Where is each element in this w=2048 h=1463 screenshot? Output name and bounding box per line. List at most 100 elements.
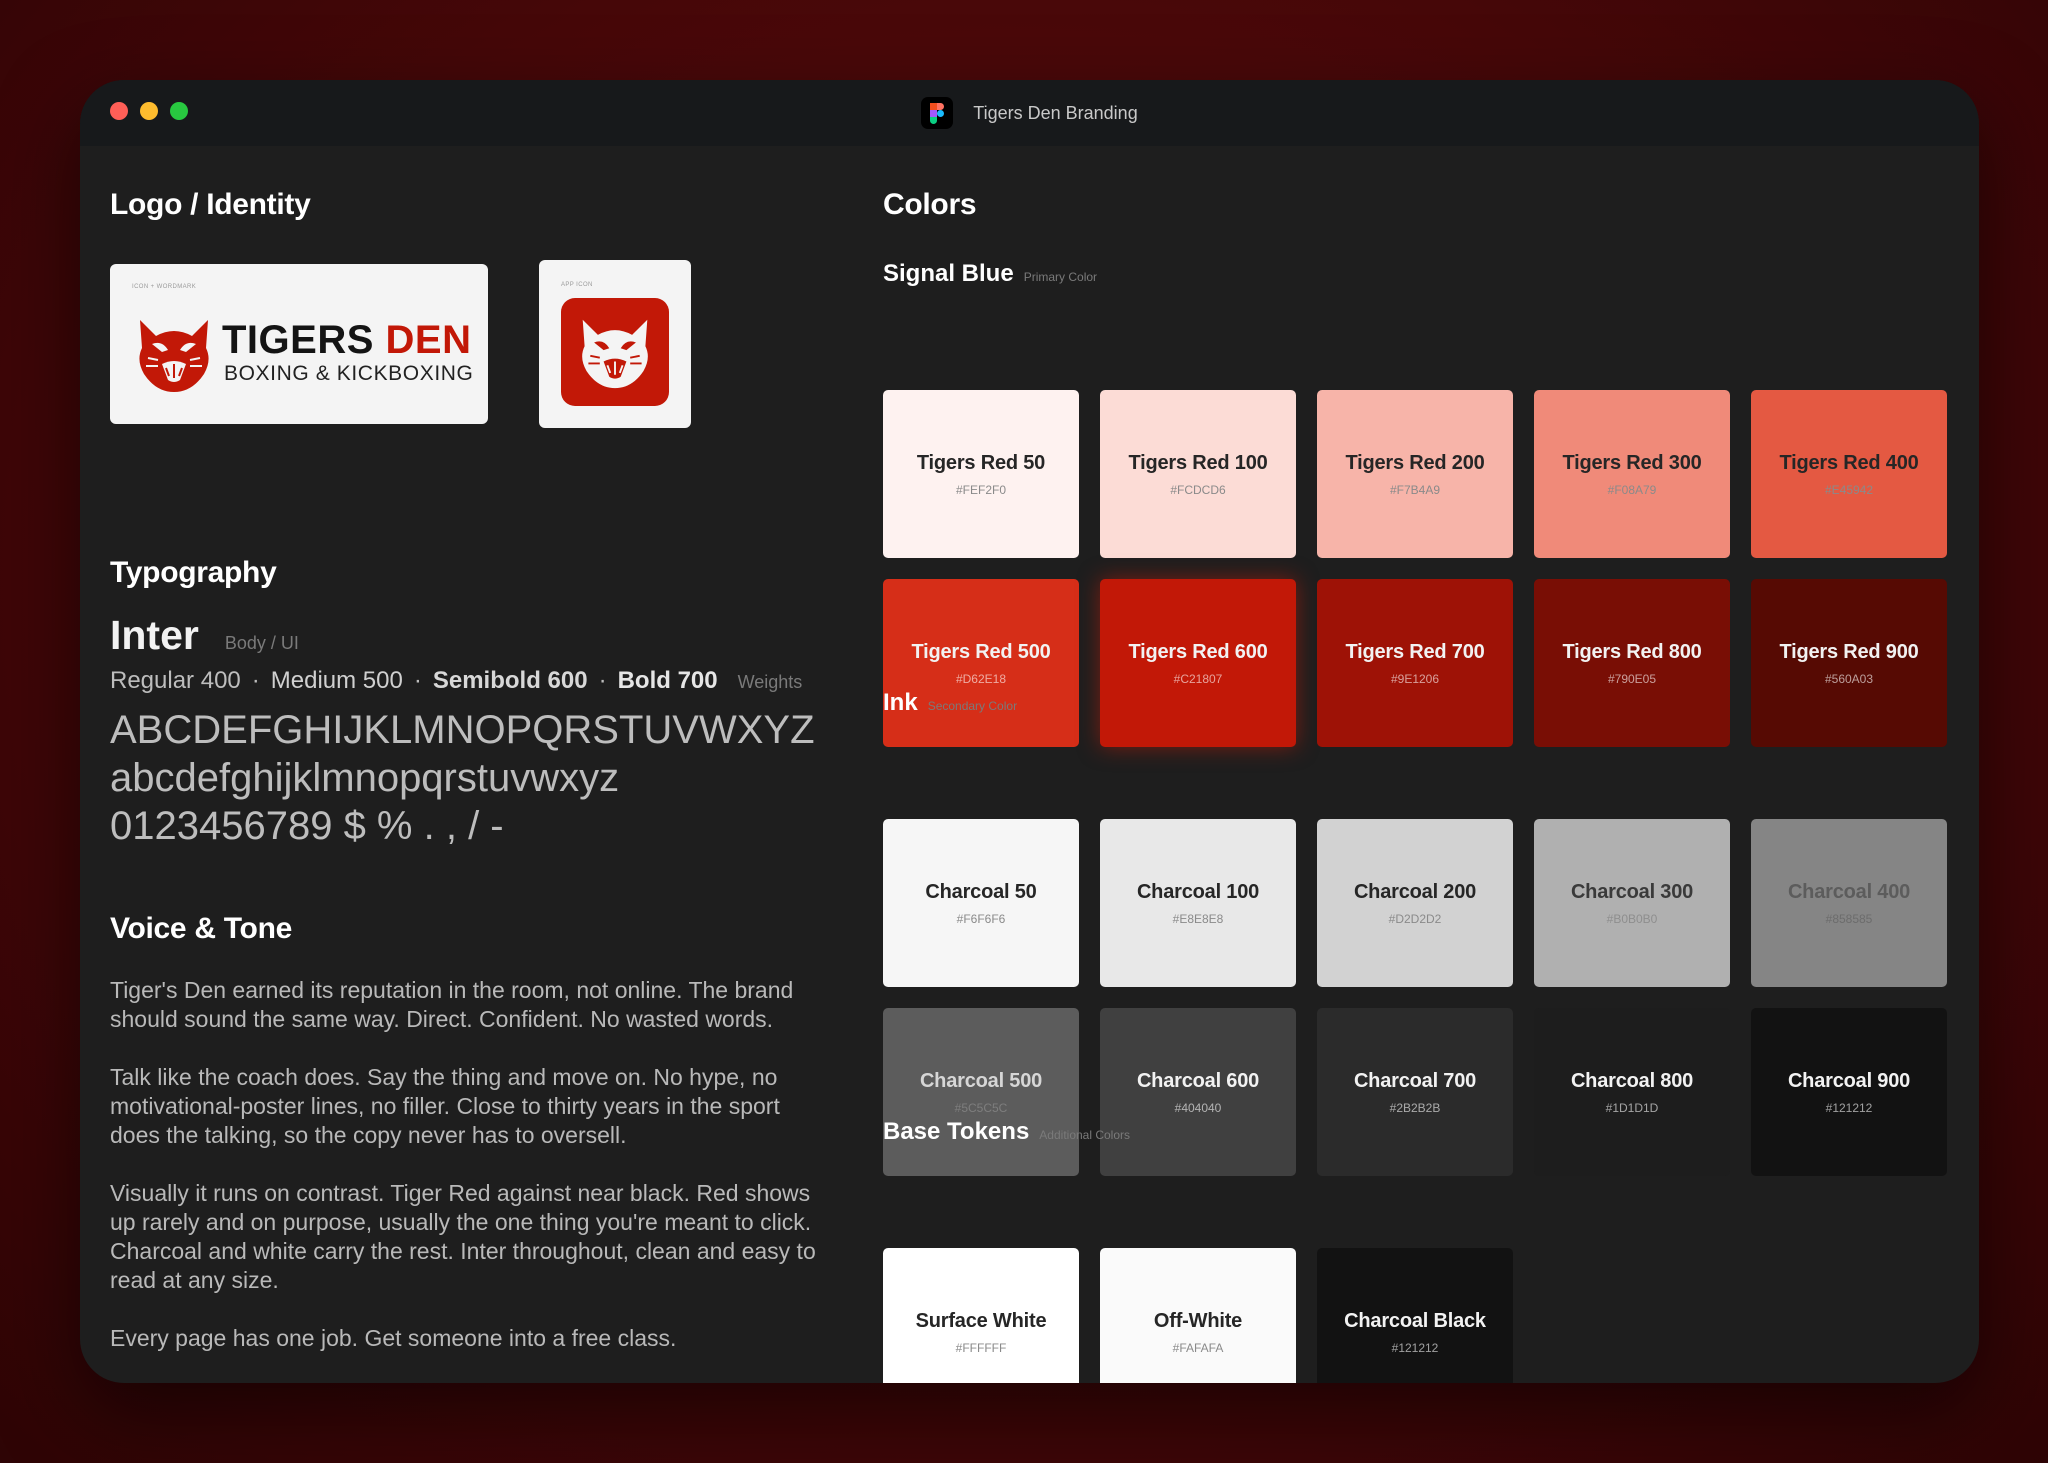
color-swatch[interactable]: Tigers Red 700 #9E1206 [1317,579,1513,747]
color-swatch[interactable]: Tigers Red 300 #F08A79 [1534,390,1730,558]
voice-paragraph: Every page has one job. Get someone into… [110,1325,677,1351]
voice-section-title: Voice & Tone [110,912,292,945]
tiger-head-icon [582,319,648,389]
swatch-name: Tigers Red 400 [1779,451,1919,474]
swatch-hex: #C21807 [1173,671,1223,686]
swatch-name: Tigers Red 100 [1128,451,1268,474]
color-swatch[interactable]: Charcoal 300 #B0B0B0 [1534,819,1730,987]
logo-section-title: Logo / Identity [110,188,311,221]
color-swatch[interactable]: Tigers Red 600 #C21807 [1100,579,1296,747]
color-group-name: Base Tokens [883,1118,1030,1145]
color-swatch[interactable]: Tigers Red 50 #FEF2F0 [883,390,1079,558]
swatch-hex: #FAFAFA [1172,1340,1224,1355]
swatch-name: Tigers Red 200 [1345,451,1485,474]
swatch-name: Charcoal 100 [1136,880,1260,903]
swatch-hex: #F08A79 [1607,482,1657,497]
color-swatch[interactable]: Off-White #FAFAFA [1100,1248,1296,1383]
minimize-window-button[interactable] [140,102,158,120]
swatch-hex: #F6F6F6 [956,911,1006,926]
color-swatch[interactable]: Tigers Red 900 #560A03 [1751,579,1947,747]
color-swatch[interactable]: Tigers Red 200 #F7B4A9 [1317,390,1513,558]
color-group-name: Signal Blue [883,260,1014,287]
color-swatch[interactable]: Charcoal 900 #121212 [1751,1008,1947,1176]
swatch-hex: #FCDCD6 [1170,482,1226,497]
specimen-numbers: 0123456789 $ % . , / - [110,804,504,848]
type-specimen: ABCDEFGHIJKLMNOPQRSTUVWXYZ abcdefghijklm… [110,706,815,850]
color-swatch[interactable]: Charcoal 200 #D2D2D2 [1317,819,1513,987]
swatch-hex: #D62E18 [955,671,1007,686]
swatch-name: Charcoal Black [1344,1309,1486,1332]
wordmark-main: TIGERS [222,318,374,362]
title-bar: Tigers Den Branding [80,80,1979,146]
swatch-hex: #B0B0B0 [1606,911,1658,926]
swatch-name: Charcoal 500 [919,1069,1043,1092]
swatch-name: Tigers Red 500 [911,640,1051,663]
color-group-subtitle: Additional Colors [1039,1128,1131,1142]
swatch-name: Tigers Red 300 [1562,451,1702,474]
typography-section-title: Typography [110,556,277,589]
weight-separator: · [251,667,260,694]
voice-paragraph: Visually it runs on contrast. Tiger Red … [110,1180,816,1293]
swatch-name: Off-White [1153,1309,1243,1332]
swatch-name: Charcoal 800 [1570,1069,1694,1092]
swatch-name: Tigers Red 800 [1562,640,1702,663]
close-window-button[interactable] [110,102,128,120]
specimen-uppercase: ABCDEFGHIJKLMNOPQRSTUVWXYZ [110,708,815,752]
app-icon-card[interactable]: APP ICON [539,260,691,428]
color-swatch[interactable]: Charcoal 50 #F6F6F6 [883,819,1079,987]
swatch-name: Charcoal 900 [1787,1069,1911,1092]
app-icon-square [561,298,669,406]
swatch-name: Charcoal 300 [1570,880,1694,903]
swatch-name: Tigers Red 600 [1128,640,1268,663]
swatch-hex: #404040 [1174,1100,1222,1115]
font-name: Inter [110,612,199,658]
specimen-lowercase: abcdefghijklmnopqrstuvwxyz [110,756,620,800]
window-title: Tigers Den Branding [973,102,1138,123]
zoom-window-button[interactable] [170,102,188,120]
app-icon-card-tag: APP ICON [561,282,593,288]
swatch-name: Tigers Red 50 [916,451,1046,474]
color-swatch[interactable]: Charcoal 500 #5C5C5C [883,1008,1079,1176]
font-role: Body / UI [224,633,299,653]
color-swatch[interactable]: Charcoal 400 #858585 [1751,819,1947,987]
app-window: Tigers Den Branding Logo / Identity ICON… [80,80,1979,1383]
color-swatch[interactable]: Charcoal 600 #404040 [1100,1008,1296,1176]
color-group-name: Ink [883,689,918,716]
logo-row: ICON + WORDMARK TIGERS DEN BOXING & KICK… [110,260,691,428]
wordmark-card-tag: ICON + WORDMARK [132,284,197,290]
swatch-name: Tigers Red 900 [1779,640,1919,663]
wordmark-card[interactable]: ICON + WORDMARK TIGERS DEN BOXING & KICK… [110,264,488,424]
color-swatch[interactable]: Charcoal 800 #1D1D1D [1534,1008,1730,1176]
color-group-subtitle: Secondary Color [927,699,1018,713]
color-swatch[interactable]: Tigers Red 400 #E45942 [1751,390,1947,558]
color-swatch[interactable]: Tigers Red 100 #FCDCD6 [1100,390,1296,558]
color-swatch[interactable]: Tigers Red 500 #D62E18 [883,579,1079,747]
color-swatch[interactable]: Charcoal 700 #2B2B2B [1317,1008,1513,1176]
wordmark-accent: DEN [385,318,472,362]
swatch-name: Tigers Red 700 [1345,640,1485,663]
color-group-header-primary: Signal Blue Primary Color [883,260,1097,288]
swatch-hex: #E45942 [1824,482,1874,497]
weights-label: Weights [737,672,803,692]
swatch-hex: #9E1206 [1390,671,1440,686]
swatch-hex: #121212 [1825,1100,1873,1115]
figma-icon [921,97,954,129]
swatch-hex: #121212 [1391,1340,1439,1355]
colors-section-title: Colors [883,188,977,221]
swatch-name: Charcoal 600 [1136,1069,1260,1092]
wordmark-subtitle: BOXING & KICKBOXING [224,362,474,385]
color-swatch[interactable]: Tigers Red 800 #790E05 [1534,579,1730,747]
weight-bold: Bold 700 [617,667,718,694]
color-swatch[interactable]: Charcoal Black #121212 [1317,1248,1513,1383]
swatch-grid-base: Surface White #FFFFFF Off-White #FAFAFA Ch… [883,1248,1947,1383]
color-swatch[interactable]: Charcoal 100 #E8E8E8 [1100,819,1296,987]
color-swatch[interactable]: Surface White #FFFFFF [883,1248,1079,1383]
font-name-row: Inter Body / UI [110,612,299,659]
swatch-name: Charcoal 400 [1787,880,1911,903]
swatch-hex: #E8E8E8 [1172,911,1224,926]
swatch-hex: #560A03 [1824,671,1874,686]
swatch-hex: #1D1D1D [1605,1100,1659,1115]
swatch-hex: #FFFFFF [955,1340,1007,1355]
swatch-hex: #858585 [1825,911,1873,926]
swatch-grid-primary: Tigers Red 50 #FEF2F0 Tigers Red 100 #FCDC… [883,390,1947,747]
